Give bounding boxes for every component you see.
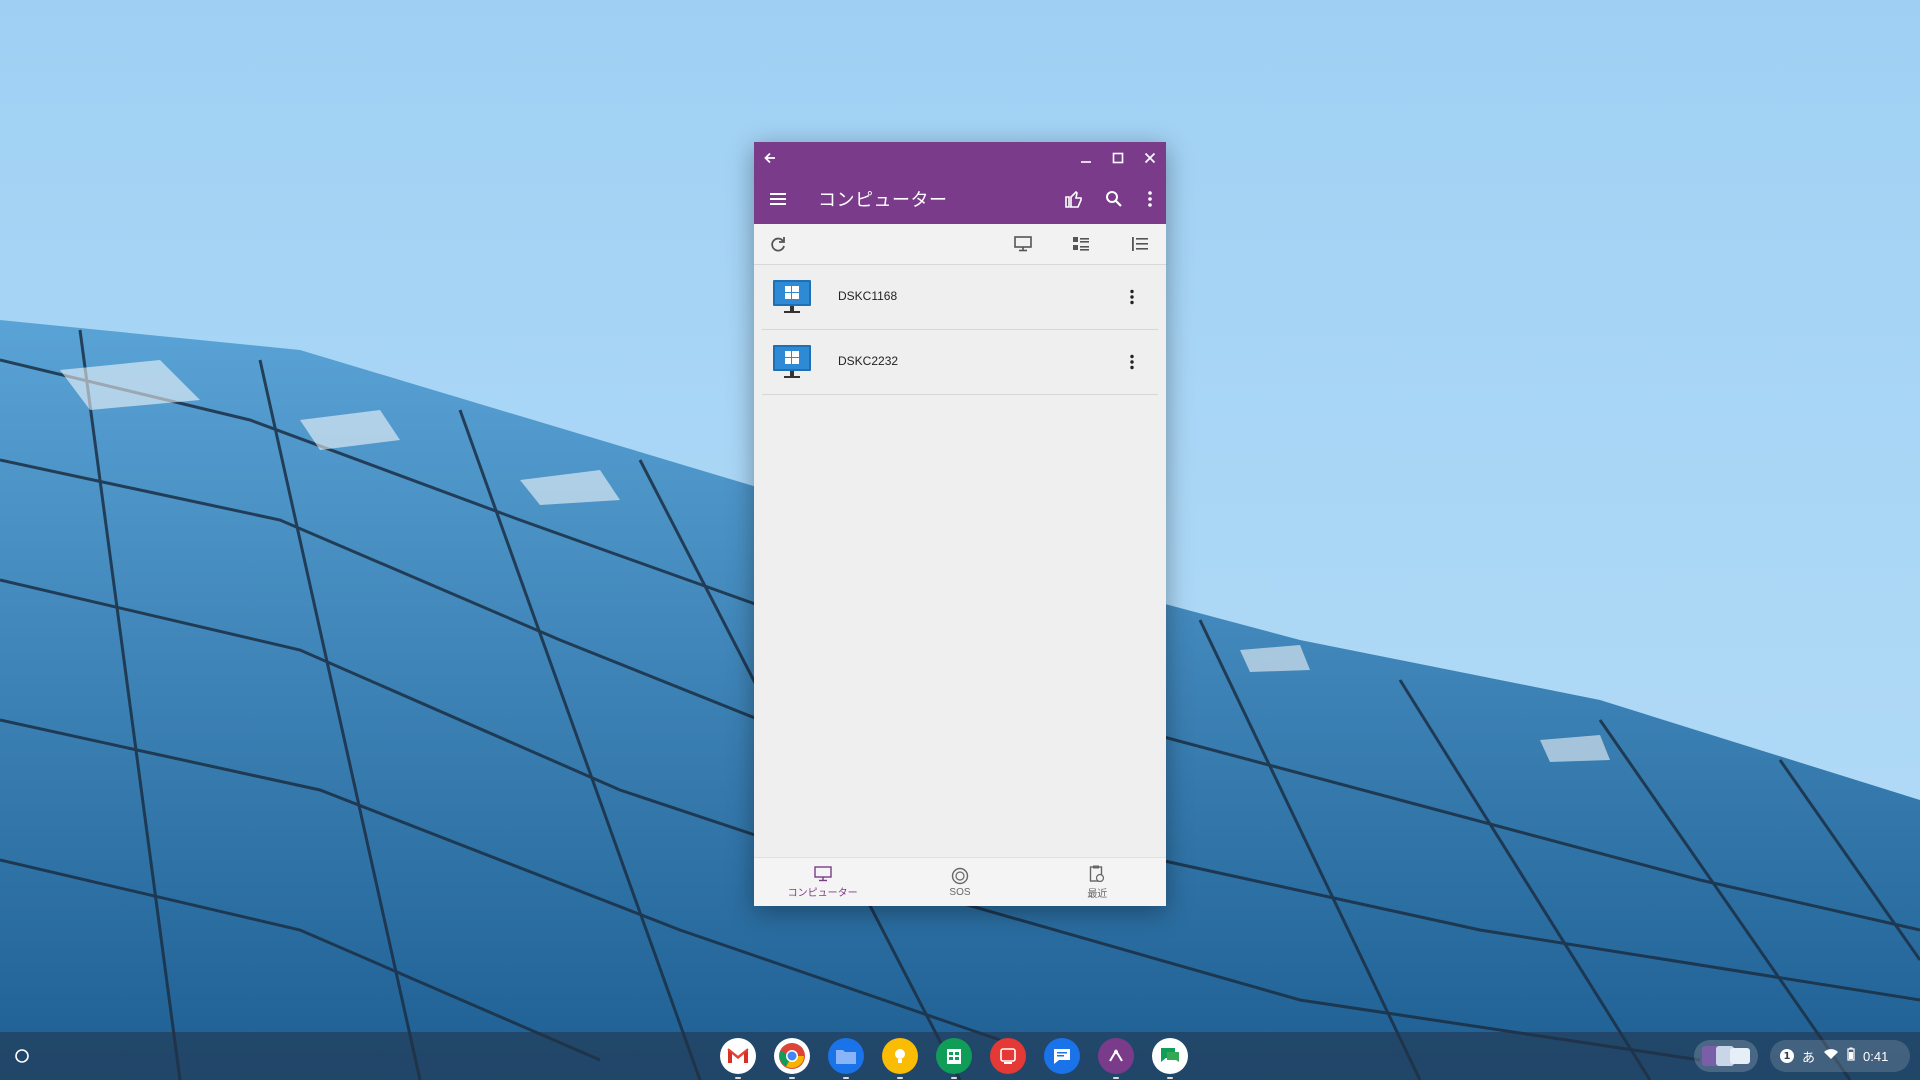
search-icon[interactable]: [1098, 183, 1130, 215]
window-titlebar: [754, 142, 1166, 174]
list-item[interactable]: DSKC2232: [762, 330, 1158, 395]
nav-computers[interactable]: コンピューター: [754, 858, 891, 906]
more-vert-icon[interactable]: [1134, 183, 1166, 215]
sheets-icon[interactable]: [936, 1038, 972, 1079]
splashtop-business-icon[interactable]: [1098, 1038, 1134, 1079]
more-vert-icon[interactable]: [1118, 283, 1146, 311]
computer-name: DSKC1168: [838, 289, 898, 303]
maximize-icon[interactable]: [1102, 142, 1134, 174]
files-icon[interactable]: [828, 1038, 864, 1079]
ime-indicator: あ: [1802, 1050, 1816, 1066]
clock: 0:41: [1863, 1048, 1889, 1064]
launcher-icon[interactable]: [10, 1044, 34, 1068]
sos-icon: [951, 867, 969, 884]
close-icon[interactable]: [1134, 142, 1166, 174]
computer-list: DSKC1168 DSKC2232: [754, 265, 1166, 395]
minimize-icon[interactable]: [1070, 142, 1102, 174]
nav-label: SOS: [949, 886, 971, 898]
thumbs-up-icon[interactable]: [1058, 183, 1090, 215]
holding-space-tray[interactable]: [1694, 1040, 1758, 1072]
bottom-navigation: コンピューター SOS 最近: [754, 857, 1166, 906]
back-arrow-icon[interactable]: [754, 142, 786, 174]
chrome-icon[interactable]: [774, 1038, 810, 1079]
notification-count-badge: 1: [1780, 1049, 1794, 1063]
monitor-icon[interactable]: [1009, 230, 1037, 258]
recent-icon: [1090, 865, 1105, 882]
more-vert-icon[interactable]: [1118, 348, 1146, 376]
refresh-icon[interactable]: [764, 230, 792, 258]
nav-recent[interactable]: 最近: [1029, 858, 1166, 906]
nav-label: 最近: [1087, 888, 1108, 900]
sort-list-icon[interactable]: [1126, 230, 1154, 258]
computer-name: DSKC2232: [838, 354, 899, 368]
messages-icon[interactable]: [1044, 1038, 1080, 1074]
google-chat-icon[interactable]: [1152, 1038, 1188, 1079]
legacy-app-icon[interactable]: [990, 1038, 1026, 1074]
monitor-icon: [813, 865, 832, 881]
nav-label: コンピューター: [787, 887, 858, 899]
windows-pc-icon: [773, 345, 811, 378]
wifi-icon: [1823, 1048, 1839, 1064]
battery-icon: [1847, 1047, 1855, 1065]
status-tray[interactable]: 1 あ 0:41: [1770, 1040, 1910, 1072]
grid-list-icon[interactable]: [1067, 230, 1095, 258]
system-shelf: 1 あ 0:41: [0, 1032, 1920, 1080]
hamburger-menu-icon[interactable]: [762, 183, 794, 215]
nav-sos[interactable]: SOS: [891, 858, 1028, 906]
app-bar: コンピューター: [754, 174, 1166, 224]
list-item[interactable]: DSKC1168: [762, 265, 1158, 330]
keep-icon[interactable]: [882, 1038, 918, 1079]
shelf-apps: [720, 1038, 1188, 1079]
page-title: コンピューター: [818, 190, 948, 211]
windows-pc-icon: [773, 280, 811, 313]
gmail-icon[interactable]: [720, 1038, 756, 1079]
view-toolbar: [754, 224, 1166, 265]
app-window: コンピューター DSKC1168 DSKC2232 コンピューター SOS 最近: [754, 142, 1166, 906]
